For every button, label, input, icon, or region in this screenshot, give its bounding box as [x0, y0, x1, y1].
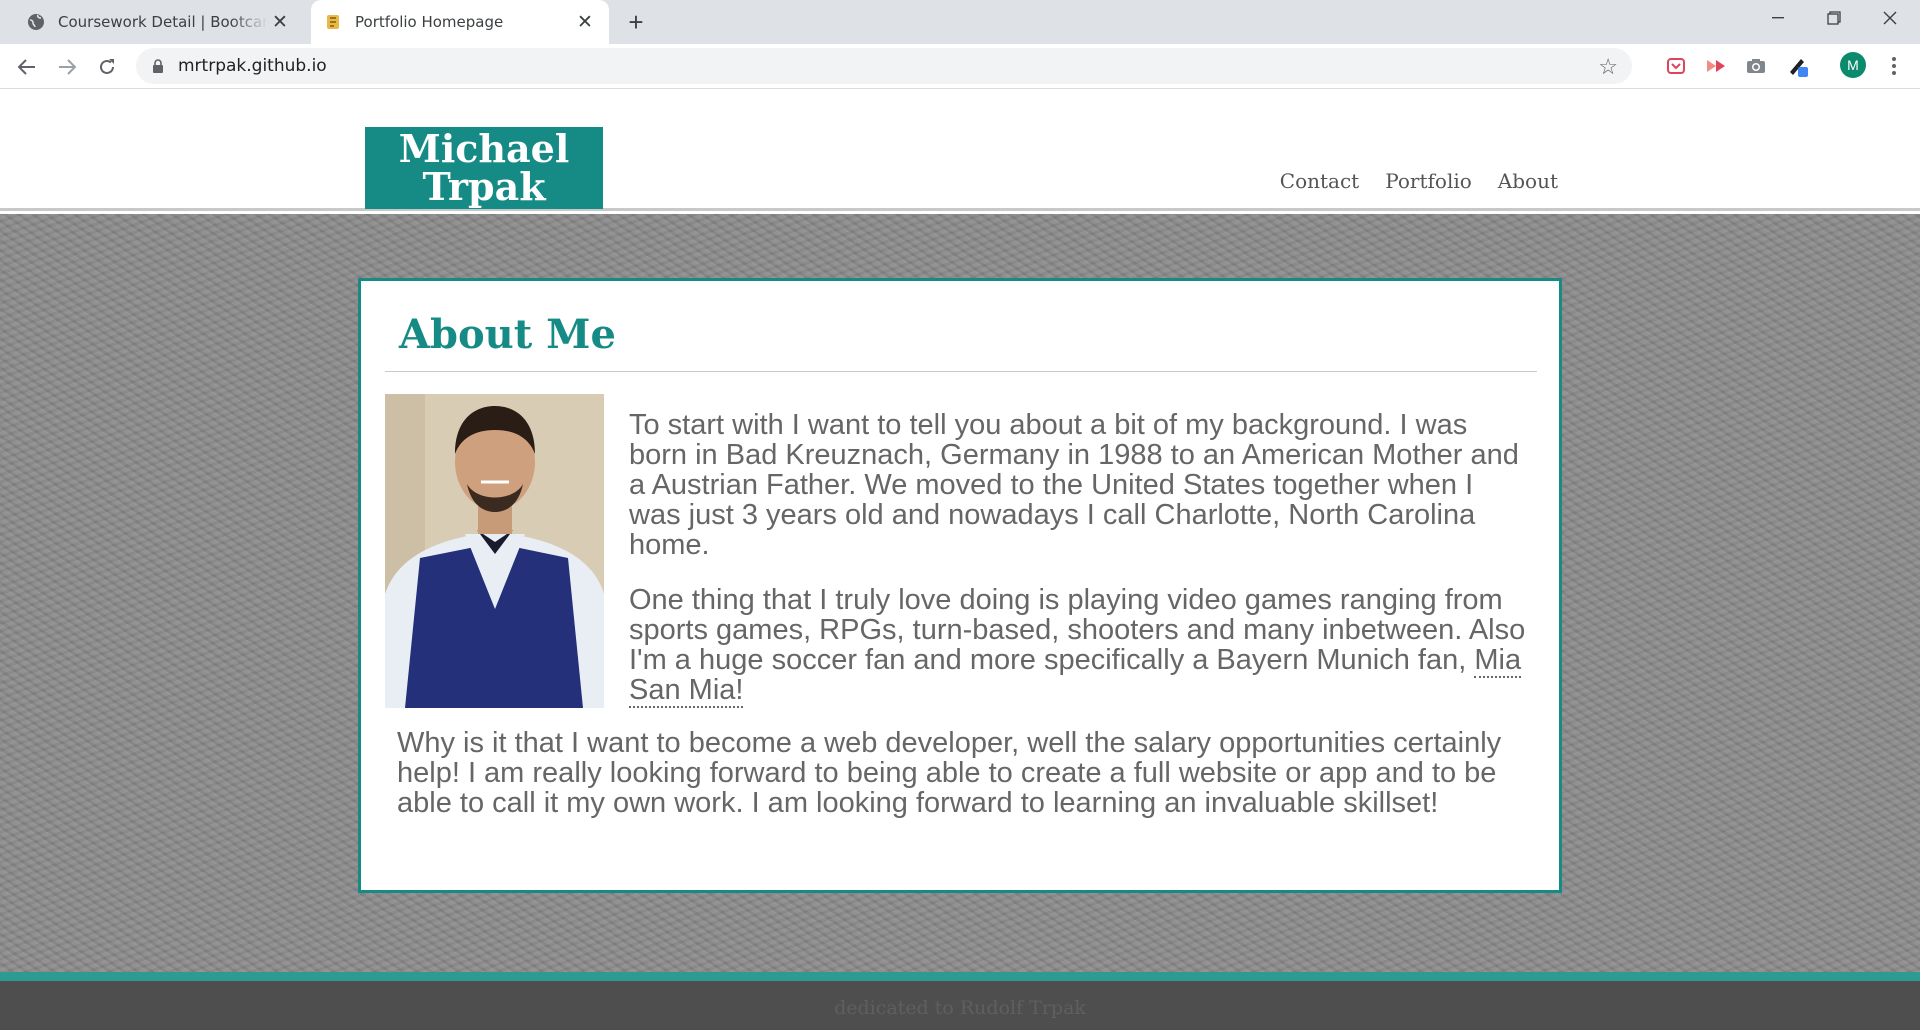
about-heading: About Me [399, 311, 616, 358]
close-tab-icon[interactable]: ✕ [268, 10, 292, 34]
menu-kebab-icon[interactable] [1882, 54, 1906, 78]
tab-title: Coursework Detail | Bootcamp Spot [58, 13, 268, 31]
site-logo[interactable]: Michael Trpak [365, 127, 603, 209]
nav-contact[interactable]: Contact [1280, 169, 1359, 193]
logo-last-name: Trpak [422, 164, 546, 209]
address-bar[interactable]: mrtrpak.github.io ☆ [136, 48, 1632, 84]
tab-strip: Coursework Detail | Bootcamp Spot ✕ Port… [0, 0, 1920, 44]
pen-extension-icon[interactable] [1786, 54, 1810, 78]
profile-avatar[interactable]: M [1840, 52, 1866, 78]
nav-portfolio[interactable]: Portfolio [1385, 169, 1472, 193]
site-favicon-icon [323, 12, 343, 32]
about-card: About Me To start with I want to tell yo… [358, 278, 1562, 893]
nav-about[interactable]: About [1498, 169, 1558, 193]
about-paragraph-background: To start with I want to tell you about a… [629, 409, 1519, 561]
lock-icon [153, 59, 163, 73]
url-text: mrtrpak.github.io [178, 56, 327, 76]
reload-button[interactable] [90, 50, 124, 84]
pocket-extension-icon[interactable] [1664, 54, 1688, 78]
site-header: Michael Trpak Contact Portfolio About [0, 89, 1920, 211]
bookmark-star-icon[interactable]: ☆ [1598, 54, 1618, 80]
hobbies-text: One thing that I truly love doing is pla… [629, 584, 1526, 676]
globe-icon [26, 12, 46, 32]
new-tab-button[interactable]: + [622, 7, 650, 37]
camera-extension-icon[interactable] [1744, 54, 1768, 78]
tab-portfolio[interactable]: Portfolio Homepage ✕ [311, 0, 609, 44]
tab-title: Portfolio Homepage [355, 13, 504, 31]
back-button[interactable] [10, 50, 44, 84]
close-tab-icon[interactable]: ✕ [573, 10, 597, 34]
tab-coursework[interactable]: Coursework Detail | Bootcamp Spot ✕ [14, 0, 304, 44]
restore-icon[interactable] [1806, 0, 1862, 36]
footer-accent-line [0, 972, 1920, 981]
forward-button[interactable] [50, 50, 84, 84]
site-footer: dedicated to Rudolf Trpak [0, 981, 1920, 1030]
screencast-extension-icon[interactable] [1704, 54, 1728, 78]
close-window-icon[interactable] [1862, 0, 1918, 36]
minimize-icon[interactable] [1750, 0, 1806, 36]
page-viewport: Michael Trpak Contact Portfolio About Ab… [0, 89, 1920, 1030]
profile-photo [385, 394, 604, 708]
site-nav: Contact Portfolio About [1280, 169, 1558, 193]
heading-divider [385, 371, 1537, 372]
browser-toolbar: mrtrpak.github.io ☆ M [0, 44, 1920, 89]
footer-dedication: dedicated to Rudolf Trpak [834, 997, 1086, 1019]
about-paragraph-hobbies: One thing that I truly love doing is pla… [629, 584, 1529, 708]
logo-first-name: Michael [398, 126, 570, 171]
about-paragraph-goals: Why is it that I want to become a web de… [397, 727, 1502, 819]
